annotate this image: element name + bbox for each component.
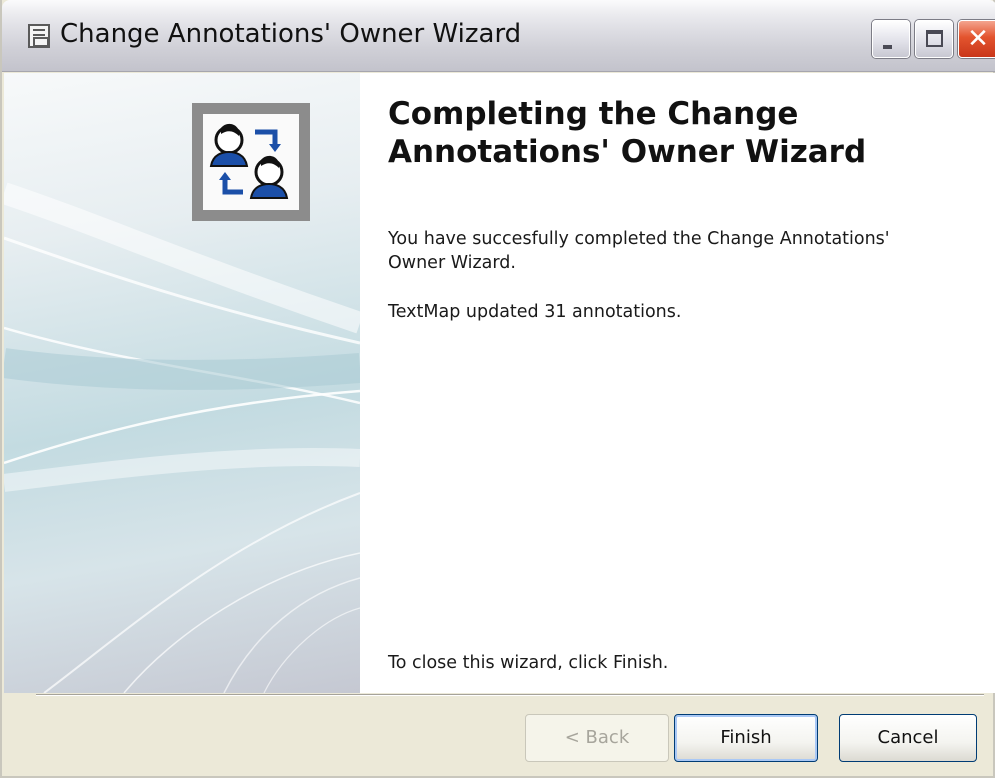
wizard-window: Change Annotations' Owner Wizard ✕ Compl… bbox=[0, 0, 995, 778]
wizard-content: Completing the Change Annotations' Owner… bbox=[4, 73, 995, 693]
window-title: Change Annotations' Owner Wizard bbox=[60, 19, 522, 49]
result-message: TextMap updated 31 annotations. bbox=[388, 302, 682, 322]
maximize-button[interactable] bbox=[915, 20, 953, 58]
wizard-app-icon bbox=[28, 24, 50, 48]
title-bar[interactable]: Change Annotations' Owner Wizard ✕ bbox=[2, 0, 995, 72]
finish-button[interactable]: Finish bbox=[674, 714, 818, 762]
footer-separator bbox=[36, 694, 984, 696]
close-hint: To close this wizard, click Finish. bbox=[388, 653, 669, 673]
completion-message: You have succesfully completed the Chang… bbox=[388, 229, 890, 273]
maximize-icon bbox=[926, 30, 943, 47]
close-button[interactable]: ✕ bbox=[958, 20, 995, 58]
minimize-icon bbox=[883, 45, 892, 49]
minimize-button[interactable] bbox=[872, 20, 910, 58]
back-button[interactable]: < Back bbox=[525, 714, 669, 762]
wizard-side-banner bbox=[4, 73, 360, 693]
cancel-button[interactable]: Cancel bbox=[839, 714, 977, 762]
change-owner-icon bbox=[203, 114, 299, 210]
close-icon: ✕ bbox=[967, 24, 989, 54]
wizard-icon-frame bbox=[192, 103, 310, 221]
wizard-heading: Completing the Change Annotations' Owner… bbox=[388, 96, 867, 170]
